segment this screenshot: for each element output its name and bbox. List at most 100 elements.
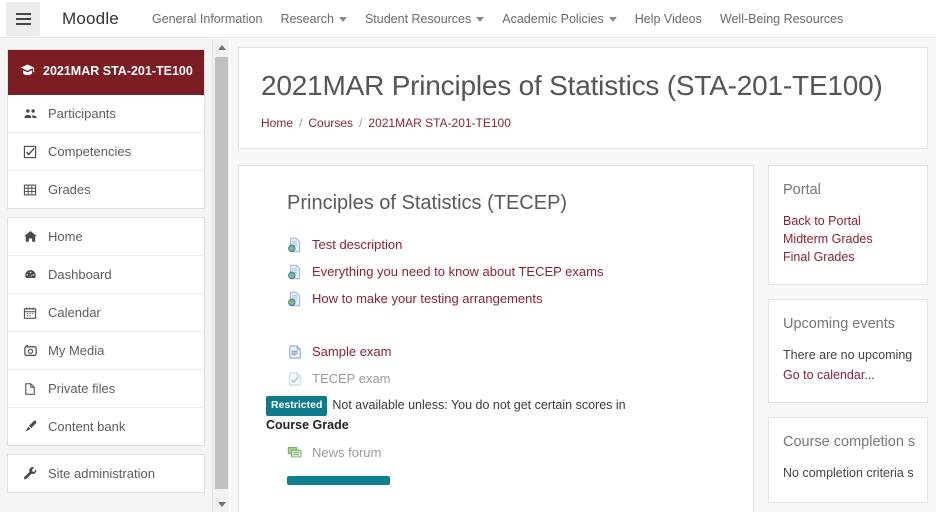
sidebar-item-label: Calendar: [48, 305, 101, 321]
breadcrumb-item-courses[interactable]: Courses: [308, 116, 353, 130]
status-badge: Restricted: [266, 396, 328, 416]
scroll-up-arrow-icon[interactable]: [213, 39, 230, 55]
hamburger-bar: [15, 22, 31, 25]
dashboard-icon: [22, 267, 38, 282]
wrench-icon: [22, 466, 38, 481]
block-upcoming-events: Upcoming events There are no upcoming Go…: [768, 299, 928, 403]
activity-item[interactable]: News forum: [287, 439, 753, 466]
hamburger-bar: [15, 17, 31, 20]
page-body: Principles of Statistics (TECEP) Test de…: [230, 165, 936, 512]
activity-link[interactable]: Sample exam: [312, 343, 391, 360]
sidebar-item-my-media[interactable]: My Media: [8, 332, 204, 371]
block-title: Course completion s: [783, 434, 916, 450]
nav-item-help-videos[interactable]: Help Videos: [626, 8, 711, 30]
sidebar-item-participants[interactable]: Participants: [8, 95, 204, 134]
activity-item[interactable]: Sample exam: [287, 338, 753, 365]
activity-link[interactable]: TECEP exam: [312, 370, 391, 387]
activity-link[interactable]: Test description: [312, 236, 402, 253]
block-course-completion-status: Course completion s No completion criter…: [768, 417, 928, 503]
nav-item-well-being-resources[interactable]: Well-Being Resources: [711, 8, 852, 30]
activity-link[interactable]: Everything you need to know about TECEP …: [312, 263, 603, 280]
nav-label: Help Videos: [634, 11, 702, 26]
sidebar-item-label: Grades: [48, 182, 91, 198]
sidebar-item-label: Dashboard: [48, 267, 112, 283]
breadcrumb-item-home[interactable]: Home: [261, 116, 293, 130]
activity-list-group-3: News forum: [287, 439, 753, 466]
breadcrumb-separator: /: [299, 116, 303, 130]
block-link-go-to-calendar[interactable]: Go to calendar...: [783, 366, 927, 384]
left-nav-drawer: 2021MAR STA-201-TE100 Participants Compe…: [0, 39, 212, 512]
sidebar-item-private-files[interactable]: Private files: [8, 370, 204, 409]
activity-link[interactable]: News forum: [312, 444, 381, 461]
section-title: Principles of Statistics (TECEP): [287, 192, 568, 214]
sidebar-item-label: Participants: [48, 106, 116, 122]
chevron-down-icon: [476, 17, 485, 22]
block-portal: Portal Back to Portal Midterm Grades Fin…: [768, 165, 928, 285]
sidebar-item-competencies[interactable]: Competencies: [8, 133, 204, 172]
activity-item[interactable]: Everything you need to know about TECEP …: [287, 258, 753, 285]
restriction-notice: Restricted Not available unless: You do n…: [266, 396, 666, 435]
activity-link[interactable]: How to make your testing arrangements: [312, 290, 543, 307]
home-icon: [22, 229, 38, 244]
brush-icon: [22, 419, 38, 434]
sidebar-item-label: Private files: [48, 381, 116, 397]
chevron-down-icon: [338, 17, 347, 22]
chevron-down-icon: [608, 17, 617, 22]
hamburger-icon[interactable]: [6, 1, 40, 36]
calendar-icon: [22, 306, 38, 320]
hamburger-bar: [15, 12, 31, 15]
sidebar-item-label: Home: [48, 229, 83, 245]
block-column: Portal Back to Portal Midterm Grades Fin…: [768, 165, 928, 512]
activity-list-group-1: Test description Everything you need to …: [287, 231, 753, 312]
sidebar-item-home[interactable]: Home: [8, 218, 204, 257]
block-empty-text: There are no upcoming: [783, 348, 913, 362]
page-header-card: 2021MAR Principles of Statistics (STA-20…: [238, 47, 928, 149]
table-icon: [22, 183, 38, 197]
graduation-cap-icon: [20, 63, 35, 83]
sidebar-item-label: Content bank: [48, 419, 126, 435]
nav-label: General Information: [151, 11, 263, 26]
block-title: Upcoming events: [783, 316, 896, 332]
page-resource-icon: [287, 344, 303, 360]
nav-item-academic-policies[interactable]: Academic Policies: [493, 8, 625, 30]
sidebar-item-course[interactable]: 2021MAR STA-201-TE100: [8, 50, 204, 96]
drawer-scrollbar[interactable]: [212, 39, 229, 512]
primary-nav: General Information Research Student Res…: [143, 8, 852, 30]
breadcrumb: Home / Courses / 2021MAR STA-201-TE100: [261, 116, 927, 130]
activity-item[interactable]: Test description: [287, 231, 753, 258]
brand-logo[interactable]: Moodle: [62, 9, 119, 29]
sidebar-item-dashboard[interactable]: Dashboard: [8, 256, 204, 295]
sidebar-item-content-bank[interactable]: Content bank: [8, 408, 204, 446]
nav-item-general-information[interactable]: General Information: [143, 8, 271, 30]
block-link-back-to-portal[interactable]: Back to Portal: [783, 212, 927, 230]
scrollbar-thumb[interactable]: [215, 57, 228, 489]
activity-item[interactable]: How to make your testing arrangements: [287, 285, 753, 312]
sidebar-item-grades[interactable]: Grades: [8, 171, 204, 209]
media-icon: [22, 343, 38, 358]
nav-label: Academic Policies: [502, 11, 604, 26]
block-link-final-grades[interactable]: Final Grades: [783, 248, 927, 266]
breadcrumb-item-course[interactable]: 2021MAR STA-201-TE100: [368, 116, 511, 130]
block-empty-text: No completion criteria s: [783, 466, 914, 480]
block-link-midterm-grades[interactable]: Midterm Grades: [783, 230, 927, 248]
quiz-icon: [287, 371, 303, 387]
nav-item-research[interactable]: Research: [271, 8, 356, 30]
activity-item-restricted[interactable]: TECEP exam: [287, 365, 753, 392]
course-content-card: Principles of Statistics (TECEP) Test de…: [238, 165, 754, 512]
course-nav-block: 2021MAR STA-201-TE100 Participants Compe…: [7, 49, 205, 210]
restriction-text: Not available unless: You do not get cer…: [332, 398, 626, 412]
url-page-globe-icon: [287, 264, 303, 280]
forum-icon: [287, 445, 303, 461]
file-icon: [22, 382, 38, 396]
nav-item-student-resources[interactable]: Student Resources: [356, 8, 493, 30]
sidebar-item-site-administration[interactable]: Site administration: [8, 455, 204, 493]
block-title: Portal: [783, 182, 821, 198]
sidebar-item-calendar[interactable]: Calendar: [8, 294, 204, 333]
page-region: 2021MAR Principles of Statistics (STA-20…: [230, 39, 936, 512]
restriction-target: Course Grade: [266, 417, 349, 432]
sidebar-item-label: Competencies: [48, 144, 132, 160]
scroll-down-arrow-icon[interactable]: [213, 496, 230, 512]
activity-list-group-2: Sample exam TECEP exam: [287, 338, 753, 392]
add-activity-button[interactable]: [287, 475, 390, 485]
